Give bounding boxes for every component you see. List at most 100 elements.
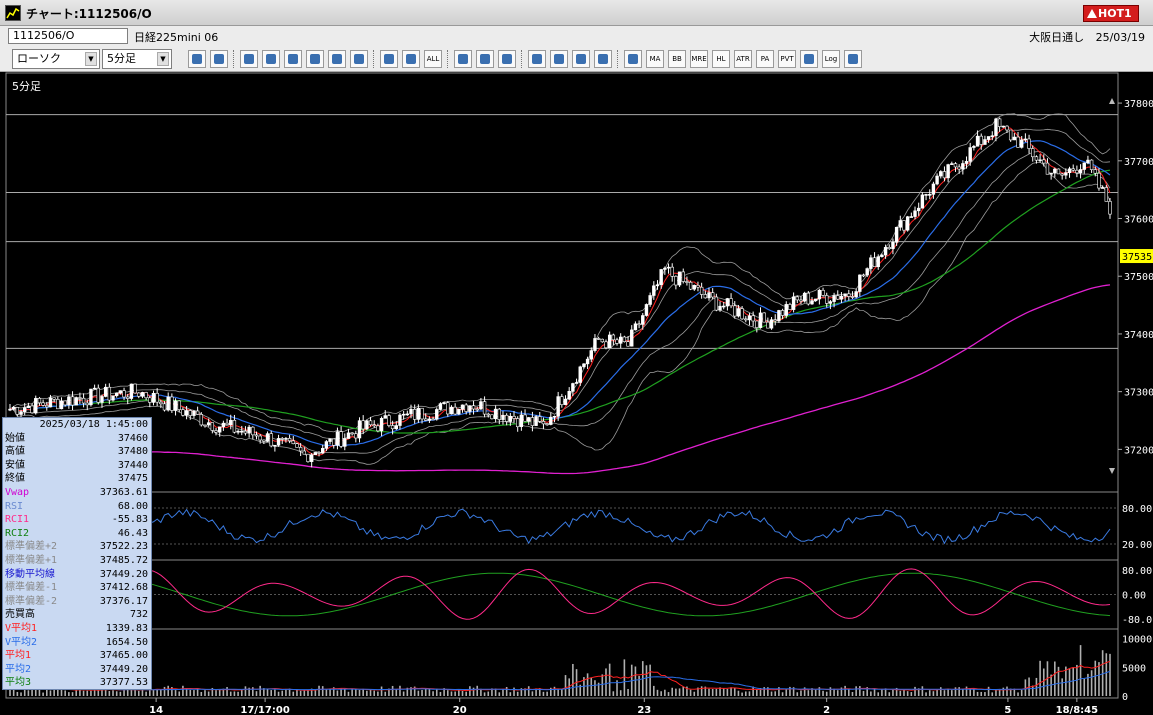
price-tick-label: 37600 [1124, 215, 1153, 226]
info-row: Vwap 37363.61 [3, 486, 151, 500]
candle-body [247, 426, 251, 434]
search-icon[interactable] [550, 50, 568, 68]
chart-area[interactable]: 5分足 37200 37300 37400 37500 37600 37700 37800 37… [0, 72, 1153, 715]
candle-body [1082, 162, 1086, 170]
candle-body [806, 292, 811, 305]
candle-body [909, 216, 914, 218]
candle-body [471, 405, 476, 410]
info-icon[interactable] [624, 50, 642, 68]
candle-body [269, 433, 273, 447]
rci-tick-label: -80.0 [1122, 615, 1152, 626]
candle-body [273, 444, 277, 447]
log-icon[interactable]: Log [822, 50, 840, 68]
candle-body [416, 407, 421, 420]
trash-icon[interactable] [350, 50, 368, 68]
candle-body [670, 266, 674, 277]
interval-select[interactable]: 5分足 ▼ [102, 49, 172, 69]
screen-icon[interactable] [844, 50, 862, 68]
candle-body [254, 434, 259, 437]
bb-icon[interactable]: BB [668, 50, 686, 68]
rsi-tick-label: 20.00 [1122, 540, 1152, 551]
candle-body [148, 397, 152, 403]
candle-body [1056, 168, 1061, 175]
candle-body [972, 145, 976, 148]
candle-body [122, 390, 126, 398]
candle-body [722, 305, 726, 308]
candle-body [1045, 162, 1050, 175]
bar-icon[interactable] [380, 50, 398, 68]
hot-button[interactable]: HOT1 [1083, 5, 1139, 22]
candle-body [11, 407, 16, 410]
candle-body [240, 430, 244, 433]
symbol-input[interactable]: 1112506/O [8, 28, 128, 44]
candle-body [659, 269, 663, 285]
chart-canvas[interactable]: 5分足 37200 37300 37400 37500 37600 37700 37800 37… [0, 72, 1153, 715]
window-title: チャート:1112506/O [26, 7, 152, 21]
candle-body [758, 312, 763, 328]
download-icon[interactable] [528, 50, 546, 68]
hl-icon[interactable]: HL [712, 50, 730, 68]
candle-body [181, 409, 185, 416]
candle-body [549, 416, 553, 425]
price-tick-label: 37300 [1124, 388, 1153, 399]
candle-body [1100, 187, 1105, 189]
palette-icon[interactable] [498, 50, 516, 68]
atr-icon[interactable]: ATR [734, 50, 752, 68]
candle-body [707, 292, 711, 299]
current-price-label: 37535 [1122, 252, 1152, 263]
candle-body [405, 413, 410, 416]
pa-icon[interactable]: PA [756, 50, 774, 68]
candle-body [747, 315, 752, 321]
zoom-icon[interactable] [188, 50, 206, 68]
chart-icon[interactable] [572, 50, 590, 68]
cursor-icon[interactable] [284, 50, 302, 68]
info-key: 標準偏差+2 [5, 541, 58, 553]
candle-body [773, 319, 777, 322]
compare-icon[interactable] [594, 50, 612, 68]
candle-body [1067, 168, 1072, 173]
chart-type-select[interactable]: ローソク ▼ [12, 49, 100, 69]
candle-body [479, 401, 483, 410]
candle-body [192, 410, 196, 416]
candle-body [968, 147, 972, 162]
candle-body [718, 305, 722, 311]
candle-body [19, 411, 23, 415]
list-icon[interactable] [328, 50, 346, 68]
pvt-icon[interactable]: PVT [778, 50, 796, 68]
undo-icon[interactable] [306, 50, 324, 68]
exchange-info: 大阪日通し 25/03/19 [1021, 29, 1145, 45]
box-icon[interactable] [800, 50, 818, 68]
rci-tick-label: 0.00 [1122, 591, 1146, 602]
info-row: 売買高 732 [3, 608, 151, 622]
grid-icon[interactable] [210, 50, 228, 68]
candle-body [504, 414, 509, 422]
rsi-line [9, 508, 1111, 545]
info-value: 37449.20 [99, 663, 148, 675]
tools-icon[interactable] [454, 50, 472, 68]
candle-body [23, 407, 27, 412]
candle-body [1097, 172, 1101, 189]
candle-body [615, 339, 619, 344]
mre-icon[interactable]: MRE [690, 50, 708, 68]
vwap-line [9, 284, 1111, 475]
candle-body [942, 171, 947, 179]
candle-body [630, 329, 634, 347]
pen-icon[interactable] [240, 50, 258, 68]
time-tick-label: 5 [1004, 705, 1011, 715]
candle-body [512, 415, 516, 419]
bar2-icon[interactable] [402, 50, 420, 68]
price-tick-label: 37500 [1124, 272, 1153, 283]
wrench-icon[interactable] [476, 50, 494, 68]
candle-body [574, 382, 579, 384]
info-row: RSI 68.00 [3, 500, 151, 514]
eraser-icon[interactable] [262, 50, 280, 68]
candle-body [225, 422, 229, 426]
candle-body [920, 194, 925, 209]
ma-icon[interactable]: MA [646, 50, 664, 68]
candle-body [313, 452, 318, 456]
candle-body [111, 395, 115, 401]
all-icon[interactable]: ALL [424, 50, 442, 68]
info-row: RCI1 -55.83 [3, 513, 151, 527]
candle-body [490, 414, 494, 420]
candle-body [460, 404, 465, 410]
